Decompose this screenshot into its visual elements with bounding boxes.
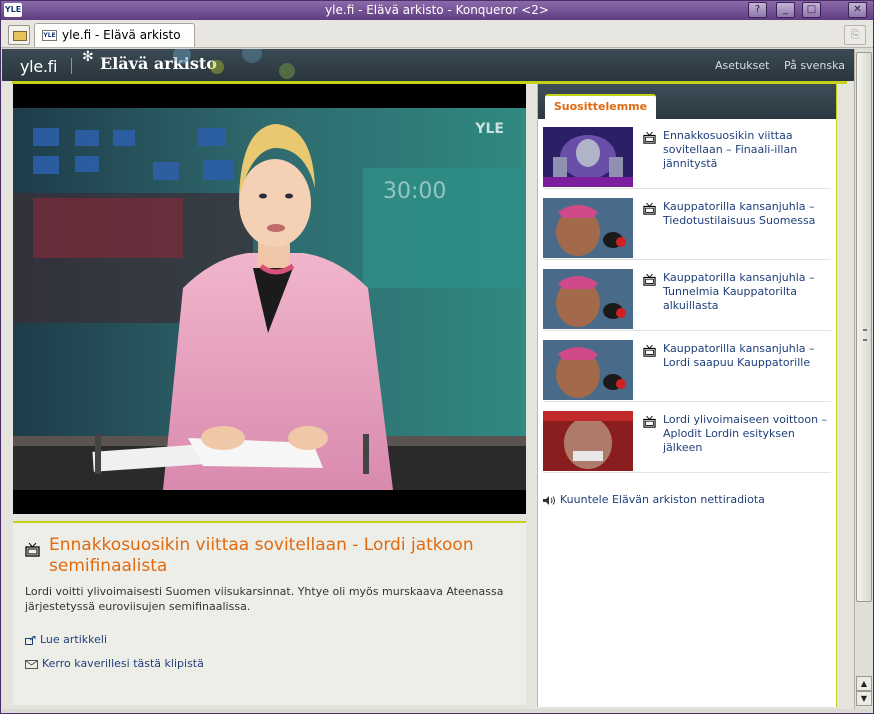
clip-thumbnail[interactable] — [543, 269, 633, 329]
recommendation-item[interactable]: Kauppatorilla kansanjuhla – Lordi saapuu… — [543, 334, 831, 402]
scrollbar-grip — [863, 329, 867, 341]
share-clip-label: Kerro kaverillesi tästä klipistä — [42, 657, 204, 670]
scroll-down-arrow[interactable]: ▼ — [856, 691, 872, 706]
clip-thumbnail[interactable] — [543, 411, 633, 471]
recommendation-title[interactable]: Ennakkosuosikin viittaa sovitellaan – Fi… — [663, 129, 833, 171]
video-frame: 30:00 — [13, 108, 526, 490]
clip-thumbnail[interactable] — [543, 340, 633, 400]
vertical-scrollbar[interactable]: ▲ ▼ — [854, 49, 873, 709]
recommendation-item[interactable]: Lordi ylivoimaiseen voittoon – Aplodit L… — [543, 405, 831, 473]
title-bar[interactable]: YLE yle.fi - Elävä arkisto - Konqueror <… — [1, 1, 873, 20]
external-link-icon — [25, 635, 36, 645]
recommendation-title[interactable]: Kauppatorilla kansanjuhla – Tiedotustila… — [663, 200, 833, 228]
tv-icon — [643, 416, 656, 428]
net-radio-label: Kuuntele Elävän arkiston nettiradiota — [560, 493, 765, 506]
window-title: yle.fi - Elävä arkisto - Konqueror <2> — [325, 3, 549, 17]
read-article-label: Lue artikkeli — [40, 633, 108, 646]
recommendations-panel: Suosittelemme Ennakkosuosikin viittaa so… — [537, 84, 837, 707]
speaker-icon — [543, 495, 555, 505]
close-tab-button[interactable]: ⎘ — [844, 25, 866, 45]
net-radio-link[interactable]: Kuuntele Elävän arkiston nettiradiota — [543, 493, 765, 506]
site-header: yle.fi ✻ Elävä arkisto Asetukset På sven… — [2, 49, 854, 81]
tab-label: yle.fi - Elävä arkisto — [62, 28, 181, 42]
clip-headline: Ennakkosuosikin viittaa sovitellaan - Lo… — [49, 535, 474, 576]
scrollbar-thumb[interactable] — [856, 52, 872, 602]
clip-thumbnail[interactable] — [543, 127, 633, 187]
yle-favicon-icon: YLE — [42, 30, 57, 41]
recommendations-header: Suosittelemme — [538, 84, 836, 119]
recommendation-item[interactable]: Kauppatorilla kansanjuhla – Tiedotustila… — [543, 192, 831, 260]
header-divider — [71, 58, 72, 74]
video-player[interactable]: 30:00 YLE — [13, 84, 526, 514]
scroll-up-arrow[interactable]: ▲ — [856, 676, 872, 691]
recommendation-title[interactable]: Kauppatorilla kansanjuhla – Lordi saapuu… — [663, 342, 833, 370]
clip-description: Lordi voitti ylivoimaisesti Suomen viisu… — [25, 585, 504, 613]
swedish-link[interactable]: På svenska — [784, 59, 845, 72]
recommendation-item[interactable]: Kauppatorilla kansanjuhla – Tunnelmia Ka… — [543, 263, 831, 331]
tab-bar: YLE yle.fi - Elävä arkisto ⎘ — [1, 20, 873, 48]
tab-suosittelemme[interactable]: Suosittelemme — [545, 94, 656, 119]
new-tab-button[interactable] — [8, 25, 30, 45]
recommendation-title[interactable]: Lordi ylivoimaiseen voittoon – Aplodit L… — [663, 413, 833, 455]
header-decoration — [173, 49, 295, 79]
web-page: yle.fi ✻ Elävä arkisto Asetukset På sven… — [2, 49, 854, 709]
settings-link[interactable]: Asetukset — [715, 59, 770, 72]
envelope-icon — [25, 659, 38, 669]
svg-text:30:00: 30:00 — [383, 179, 446, 204]
yle-logo[interactable]: yle.fi — [20, 57, 57, 76]
read-article-link[interactable]: Lue artikkeli — [25, 633, 107, 646]
tv-icon — [643, 274, 656, 286]
close-window-button[interactable]: ✕ — [848, 2, 867, 18]
minimize-button[interactable]: _ — [776, 2, 795, 18]
tv-icon — [643, 203, 656, 215]
recommendation-item[interactable]: Ennakkosuosikin viittaa sovitellaan – Fi… — [543, 121, 831, 189]
flower-icon: ✻ — [82, 49, 94, 65]
share-clip-link[interactable]: Kerro kaverillesi tästä klipistä — [25, 657, 204, 670]
recommendation-title[interactable]: Kauppatorilla kansanjuhla – Tunnelmia Ka… — [663, 271, 833, 313]
channel-watermark: YLE — [475, 121, 504, 137]
browser-window: YLE yle.fi - Elävä arkisto - Konqueror <… — [0, 0, 874, 714]
help-button[interactable]: ? — [748, 2, 767, 18]
tab-elava-arkisto[interactable]: YLE yle.fi - Elävä arkisto — [34, 23, 195, 47]
clip-thumbnail[interactable] — [543, 198, 633, 258]
tv-icon — [643, 132, 656, 144]
tv-icon — [643, 345, 656, 357]
maximize-button[interactable]: □ — [802, 2, 821, 18]
tv-icon — [25, 543, 40, 557]
clip-info-panel: Ennakkosuosikin viittaa sovitellaan - Lo… — [13, 521, 526, 705]
